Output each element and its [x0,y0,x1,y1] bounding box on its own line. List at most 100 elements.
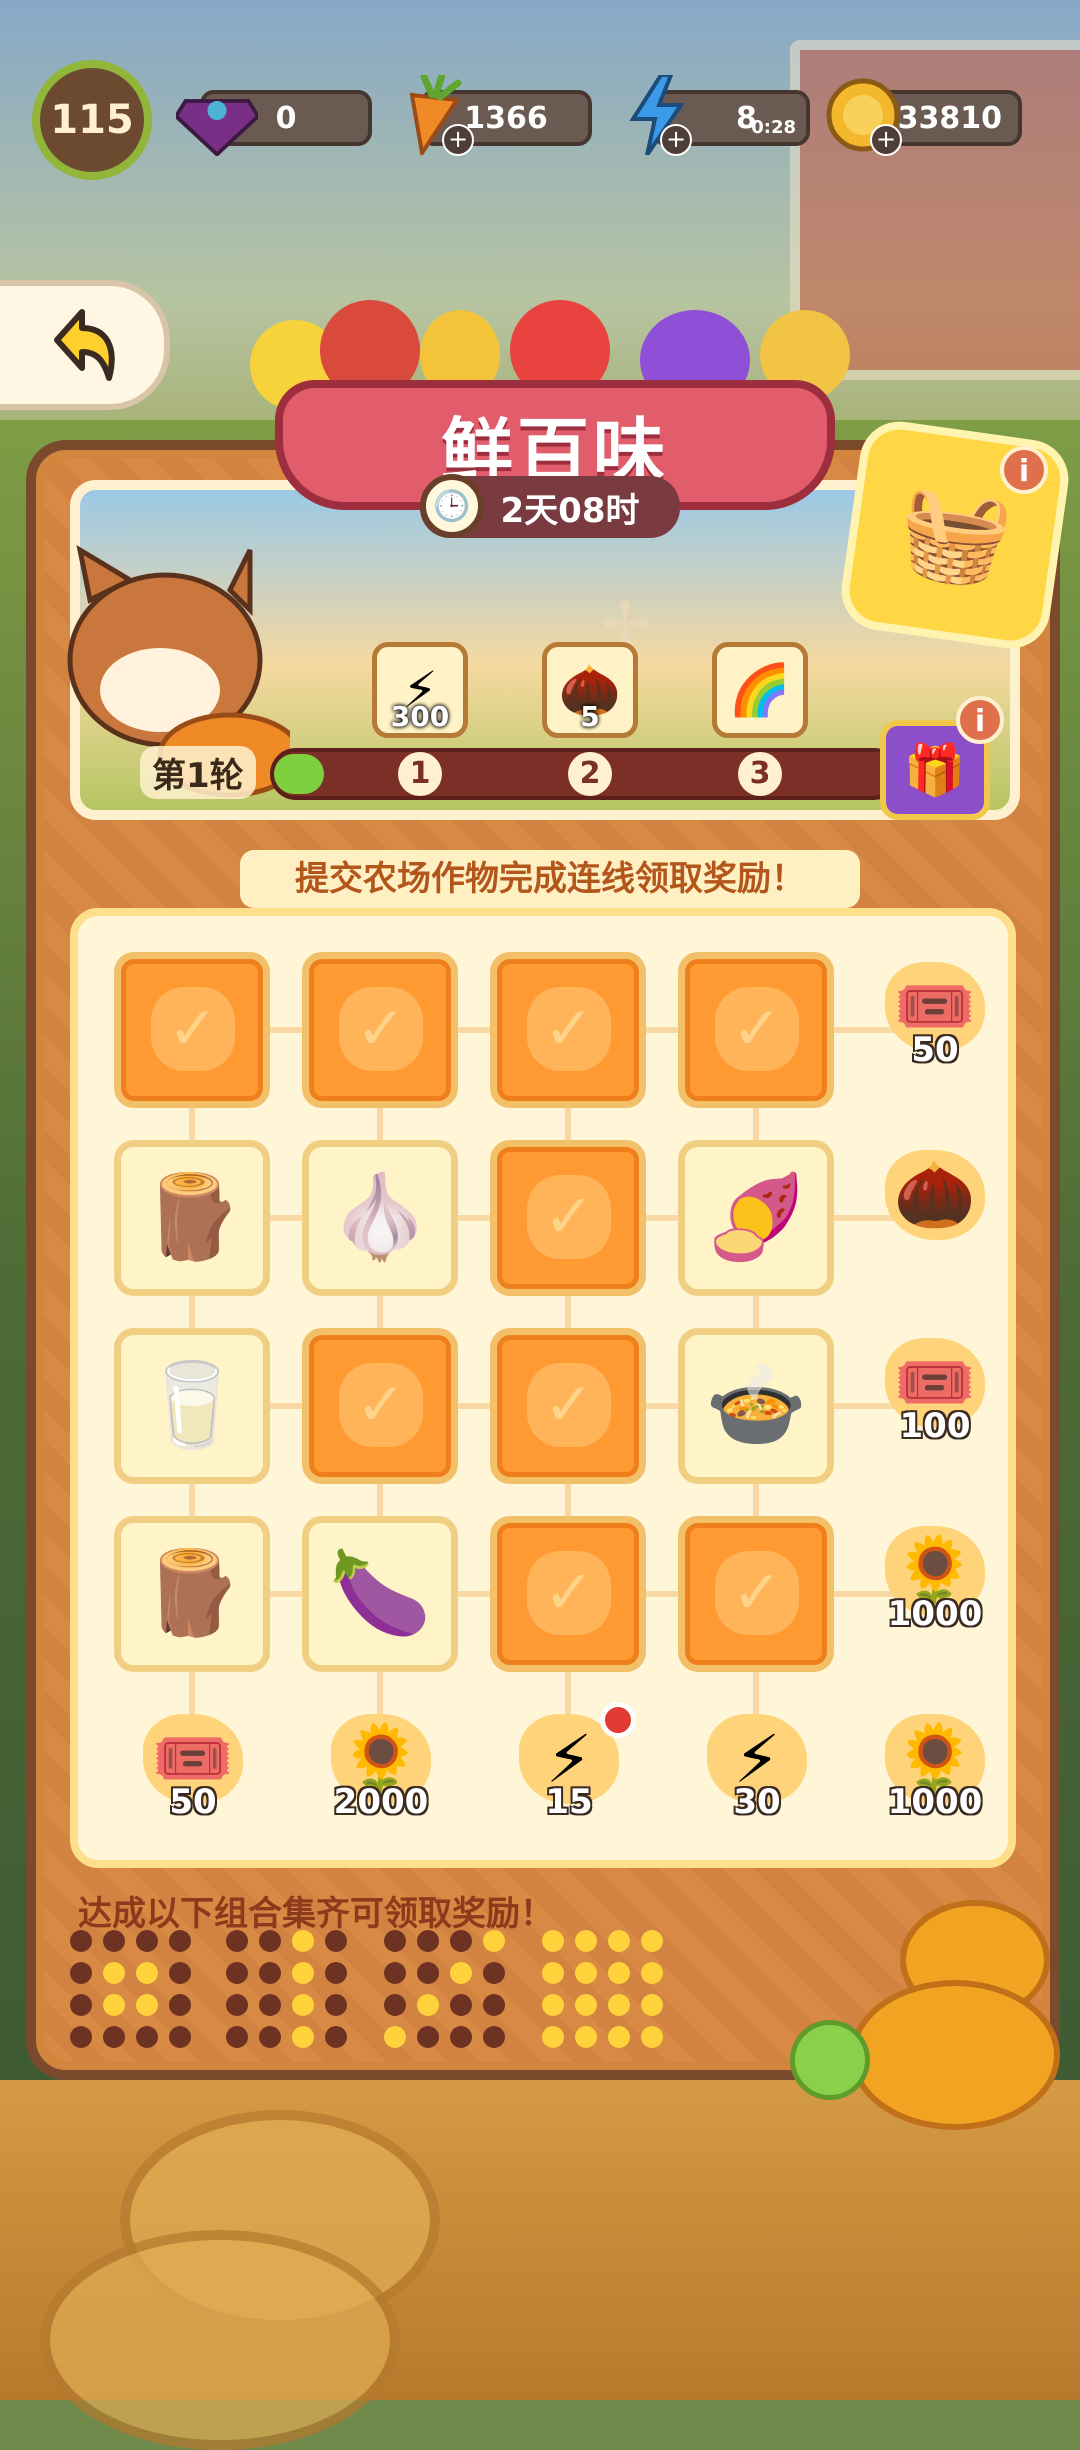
grid-cell-completed[interactable]: ✓ [302,1328,458,1484]
sweet-potato-icon: 🍠 [704,1170,808,1265]
combo-dot [384,1962,406,1984]
instruction-text: 提交农场作物完成连线领取奖励！ [240,850,860,908]
combo-dot [259,1930,281,1952]
checkmark-icon: ✓ [527,987,611,1071]
combo-pattern [226,1930,356,2048]
reward-amount: 50 [169,1782,217,1822]
combo-dot [542,1962,564,1984]
column-reward[interactable]: 🎟️ 50 [138,1714,248,1834]
combo-dot [226,1930,248,1952]
grid-cell-completed[interactable]: ✓ [490,1516,646,1672]
grid-cell-purple-dish[interactable]: 🍲 [678,1328,834,1484]
combo-dot [641,1930,663,1952]
combo-dot [542,2026,564,2048]
grid-cell-yam[interactable]: 🪵 [114,1516,270,1672]
back-button[interactable] [0,280,170,410]
grid-cell-juice[interactable]: 🥛 [114,1328,270,1484]
row-reward[interactable]: 🌻 1000 [880,1526,990,1646]
grid-cell-completed[interactable]: ✓ [678,952,834,1108]
clock-icon: 🕒 [420,474,484,538]
combo-dot [608,1994,630,2016]
grid-cell-completed[interactable]: ✓ [490,1328,646,1484]
combo-pattern [542,1930,672,2048]
combo-dot [226,1962,248,1984]
add-energy-button[interactable]: + [660,124,692,156]
combo-dot [575,1962,597,1984]
combo-dot [608,1930,630,1952]
checkmark-icon: ✓ [527,1175,611,1259]
combo-dot [292,1930,314,1952]
milestone-3-number: 3 [738,752,782,796]
combo-dot [450,1994,472,2016]
combo-dot [542,1994,564,2016]
checkmark-icon: ✓ [527,1551,611,1635]
combo-dot [292,2026,314,2048]
combo-dot [292,1962,314,1984]
combo-dot [641,1962,663,1984]
grid-cell-garlic[interactable]: 🧄 [302,1140,458,1296]
row-reward[interactable]: 🌰 [880,1150,990,1270]
combo-dot [103,1994,125,2016]
round-progress-fill [274,754,324,794]
apple-decoration [790,2020,870,2100]
add-coins-button[interactable]: + [870,124,902,156]
combo-dot [325,1962,347,1984]
combo-dot [70,2026,92,2048]
combo-dot [136,2026,158,2048]
reward-amount: 1000 [887,1594,983,1634]
combo-dot [226,2026,248,2048]
combo-dot [542,1930,564,1952]
row-reward[interactable]: 🎟️ 50 [880,962,990,1082]
resource-bar: 115 0 1366 + 8 0:28 + 33810 + [0,60,1080,180]
pumpkin-decoration [850,1980,1060,2130]
grid-cell-completed[interactable]: ✓ [490,952,646,1108]
yam-icon: 🪵 [140,1170,244,1265]
grid-cell-purple-potato[interactable]: 🍆 [302,1516,458,1672]
combo-dot [417,2026,439,2048]
player-level: 115 [50,97,134,143]
checkmark-icon: ✓ [151,987,235,1071]
grid-cell-yam[interactable]: 🪵 [114,1140,270,1296]
combo-dot [325,1994,347,2016]
add-carrots-button[interactable]: + [442,124,474,156]
milestone-3-reward[interactable]: 🌈 [712,642,808,738]
combo-dot [325,1930,347,1952]
column-reward[interactable]: 🌻 1000 [880,1714,990,1834]
gem-count: 0 [275,100,297,136]
combo-dot [259,1962,281,1984]
purple-dish-icon: 🍲 [704,1358,808,1453]
grid-cell-completed[interactable]: ✓ [678,1516,834,1672]
combo-instruction: 达成以下组合集齐可领取奖励！ [78,1894,554,1934]
combo-dot [136,1930,158,1952]
player-level-badge[interactable]: 115 [32,60,152,180]
combo-dot [169,1962,191,1984]
combo-dot [608,1962,630,1984]
combo-pattern [70,1930,200,2048]
checkmark-icon: ✓ [527,1363,611,1447]
energy-timer: 0:28 [751,117,796,138]
info-button[interactable]: i [1000,446,1048,494]
grid-cell-completed[interactable]: ✓ [490,1140,646,1296]
grid-cell-completed[interactable]: ✓ [114,952,270,1108]
grid-cell-completed[interactable]: ✓ [302,952,458,1108]
coin-count: 33810 [897,100,1002,136]
combo-dot [450,2026,472,2048]
reward-amount: 50 [911,1030,959,1070]
combo-dot [103,1962,125,1984]
reward-amount: 15 [545,1782,593,1822]
combo-dot [136,1962,158,1984]
column-reward[interactable]: ⚡ 30 [702,1714,812,1834]
juice-icon: 🥛 [140,1358,244,1453]
column-reward[interactable]: 🌻 2000 [326,1714,436,1834]
grid-cell-sweet-potato[interactable]: 🍠 [678,1140,834,1296]
combo-dot [384,2026,406,2048]
combo-dot [169,1994,191,2016]
reward-amount: 1000 [887,1782,983,1822]
combo-dot [325,2026,347,2048]
combo-dot [226,1994,248,2016]
event-time-left: 2天08时 [500,490,640,531]
chest-info-button[interactable]: i [956,696,1004,744]
combo-dot [417,1994,439,2016]
row-reward[interactable]: 🎟️ 100 [880,1338,990,1458]
combo-dot [70,1994,92,2016]
